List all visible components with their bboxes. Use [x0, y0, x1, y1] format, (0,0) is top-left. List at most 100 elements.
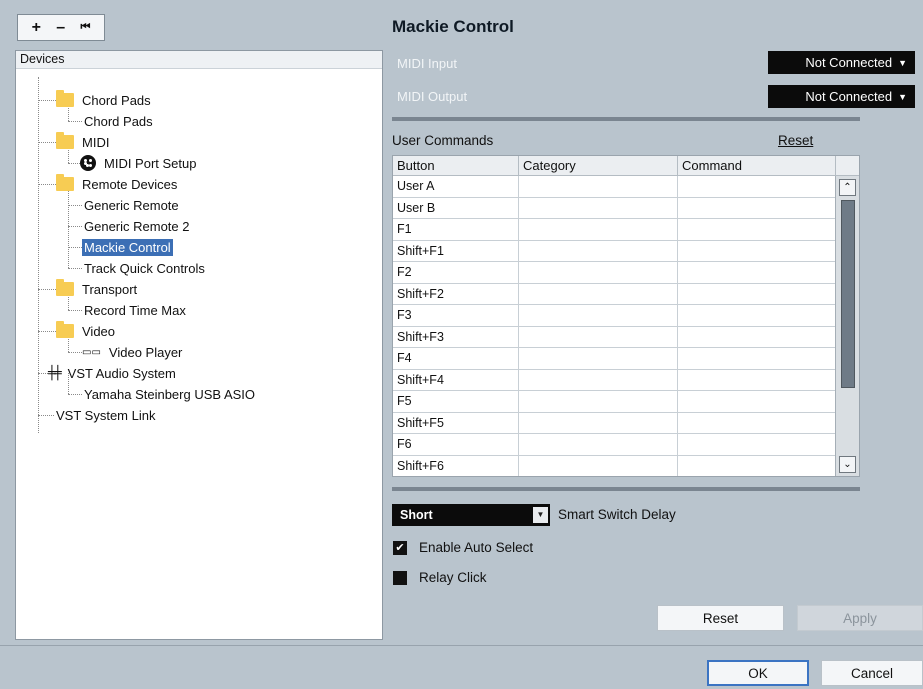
tree-item-chord-pads-folder[interactable]: Chord Pads — [56, 90, 153, 110]
apply-button[interactable]: Apply — [797, 605, 923, 631]
table-row[interactable]: Shift+F3 — [393, 326, 859, 348]
cell-command[interactable] — [678, 283, 836, 304]
user-commands-reset-link[interactable]: Reset — [778, 133, 813, 148]
ok-button[interactable]: OK — [707, 660, 809, 686]
chevron-down-icon: ▼ — [533, 507, 548, 523]
divider — [392, 117, 860, 121]
reset-button[interactable]: Reset — [657, 605, 784, 631]
folder-icon — [56, 321, 74, 338]
tree-item-transport-folder[interactable]: Transport — [56, 279, 139, 299]
column-header-command[interactable]: Command — [678, 156, 836, 175]
enable-auto-select-label: Enable Auto Select — [419, 540, 534, 555]
cell-category[interactable] — [519, 434, 678, 455]
cell-category[interactable] — [519, 283, 678, 304]
cell-command[interactable] — [678, 434, 836, 455]
cell-command[interactable] — [678, 176, 836, 197]
relay-click-row: Relay Click — [393, 570, 487, 585]
cell-category[interactable] — [519, 240, 678, 261]
cell-button: User B — [393, 197, 519, 218]
cell-category[interactable] — [519, 391, 678, 412]
tree-line — [68, 226, 82, 227]
cell-command[interactable] — [678, 305, 836, 326]
table-row[interactable]: Shift+F5 — [393, 412, 859, 434]
cell-button: Shift+F1 — [393, 240, 519, 261]
cell-button: User A — [393, 176, 519, 197]
tree-item-generic-remote-2[interactable]: Generic Remote 2 — [82, 216, 192, 236]
cell-category[interactable] — [519, 455, 678, 476]
cell-command[interactable] — [678, 326, 836, 347]
tree-line — [68, 205, 82, 206]
column-header-category[interactable]: Category — [519, 156, 678, 175]
cell-command[interactable] — [678, 240, 836, 261]
column-header-button[interactable]: Button — [393, 156, 519, 175]
cell-command[interactable] — [678, 219, 836, 240]
table-row[interactable]: Shift+F4 — [393, 369, 859, 391]
tree-line — [38, 289, 56, 290]
cell-category[interactable] — [519, 326, 678, 347]
add-device-button[interactable]: + — [32, 19, 41, 36]
cell-category[interactable] — [519, 412, 678, 433]
table-row[interactable]: F4 — [393, 348, 859, 370]
table-row[interactable]: F2 — [393, 262, 859, 284]
tree-item-video-folder[interactable]: Video — [56, 321, 117, 341]
tree-toolbar: + – ⏮ — [17, 14, 105, 41]
table-row[interactable]: F3 — [393, 305, 859, 327]
table-row[interactable]: Shift+F1 — [393, 240, 859, 262]
cell-command[interactable] — [678, 455, 836, 476]
tree-item-vst-audio-system[interactable]: ╪╪ VST Audio System — [48, 363, 178, 383]
table-row[interactable]: User B — [393, 197, 859, 219]
table-row[interactable]: Shift+F6 — [393, 455, 859, 476]
table-row[interactable]: F6 — [393, 434, 859, 456]
reset-device-button[interactable]: ⏮ — [80, 22, 90, 33]
relay-click-checkbox[interactable] — [393, 570, 407, 585]
midi-output-dropdown[interactable]: Not Connected ▼ — [768, 85, 915, 108]
table-scrollbar[interactable]: ⌃ ⌄ — [835, 176, 859, 476]
cell-category[interactable] — [519, 369, 678, 390]
tree-item-mackie-control[interactable]: Mackie Control — [82, 237, 173, 257]
cell-category[interactable] — [519, 262, 678, 283]
cell-command[interactable] — [678, 369, 836, 390]
smart-switch-delay-dropdown[interactable]: Short ▼ — [392, 504, 550, 526]
cell-category[interactable] — [519, 197, 678, 218]
cell-category[interactable] — [519, 348, 678, 369]
tree-item-midi-port-setup[interactable]: MIDI Port Setup — [80, 153, 198, 173]
tree-line — [68, 121, 82, 122]
scroll-up-icon[interactable]: ⌃ — [839, 179, 856, 196]
cell-category[interactable] — [519, 219, 678, 240]
tree-item-track-quick-controls[interactable]: Track Quick Controls — [82, 258, 207, 278]
cell-command[interactable] — [678, 197, 836, 218]
folder-icon — [56, 174, 74, 191]
tree-item-remote-devices-folder[interactable]: Remote Devices — [56, 174, 179, 194]
table-row[interactable]: User A — [393, 176, 859, 198]
tree-item-yamaha-steinberg-usb-asio[interactable]: Yamaha Steinberg USB ASIO — [82, 384, 257, 404]
cell-button: Shift+F4 — [393, 369, 519, 390]
page-title: Mackie Control — [392, 17, 514, 36]
midi-port-icon — [80, 155, 96, 171]
tree-line — [38, 331, 56, 332]
tree-item-generic-remote[interactable]: Generic Remote — [82, 195, 181, 215]
cell-command[interactable] — [678, 262, 836, 283]
enable-auto-select-checkbox[interactable]: ✔ — [393, 540, 407, 555]
tree-item-chord-pads[interactable]: Chord Pads — [82, 111, 155, 131]
tree-line — [38, 373, 48, 374]
table-row[interactable]: F5 — [393, 391, 859, 413]
scroll-down-icon[interactable]: ⌄ — [839, 456, 856, 473]
remove-device-button[interactable]: – — [56, 19, 65, 36]
scrollbar-thumb[interactable] — [841, 200, 855, 388]
tree-item-vst-system-link[interactable]: VST System Link — [54, 405, 157, 425]
cell-category[interactable] — [519, 176, 678, 197]
cell-command[interactable] — [678, 348, 836, 369]
table-row[interactable]: Shift+F2 — [393, 283, 859, 305]
tree-item-midi-folder[interactable]: MIDI — [56, 132, 111, 152]
cancel-button[interactable]: Cancel — [821, 660, 923, 686]
cell-category[interactable] — [519, 305, 678, 326]
cell-command[interactable] — [678, 391, 836, 412]
divider — [392, 487, 860, 491]
table-row[interactable]: F1 — [393, 219, 859, 241]
tree-item-record-time-max[interactable]: Record Time Max — [82, 300, 188, 320]
tree-item-video-player[interactable]: ▭▭ Video Player — [82, 342, 184, 362]
enable-auto-select-row: ✔ Enable Auto Select — [393, 540, 533, 555]
midi-input-dropdown[interactable]: Not Connected ▼ — [768, 51, 915, 74]
cell-command[interactable] — [678, 412, 836, 433]
folder-icon — [56, 132, 74, 149]
